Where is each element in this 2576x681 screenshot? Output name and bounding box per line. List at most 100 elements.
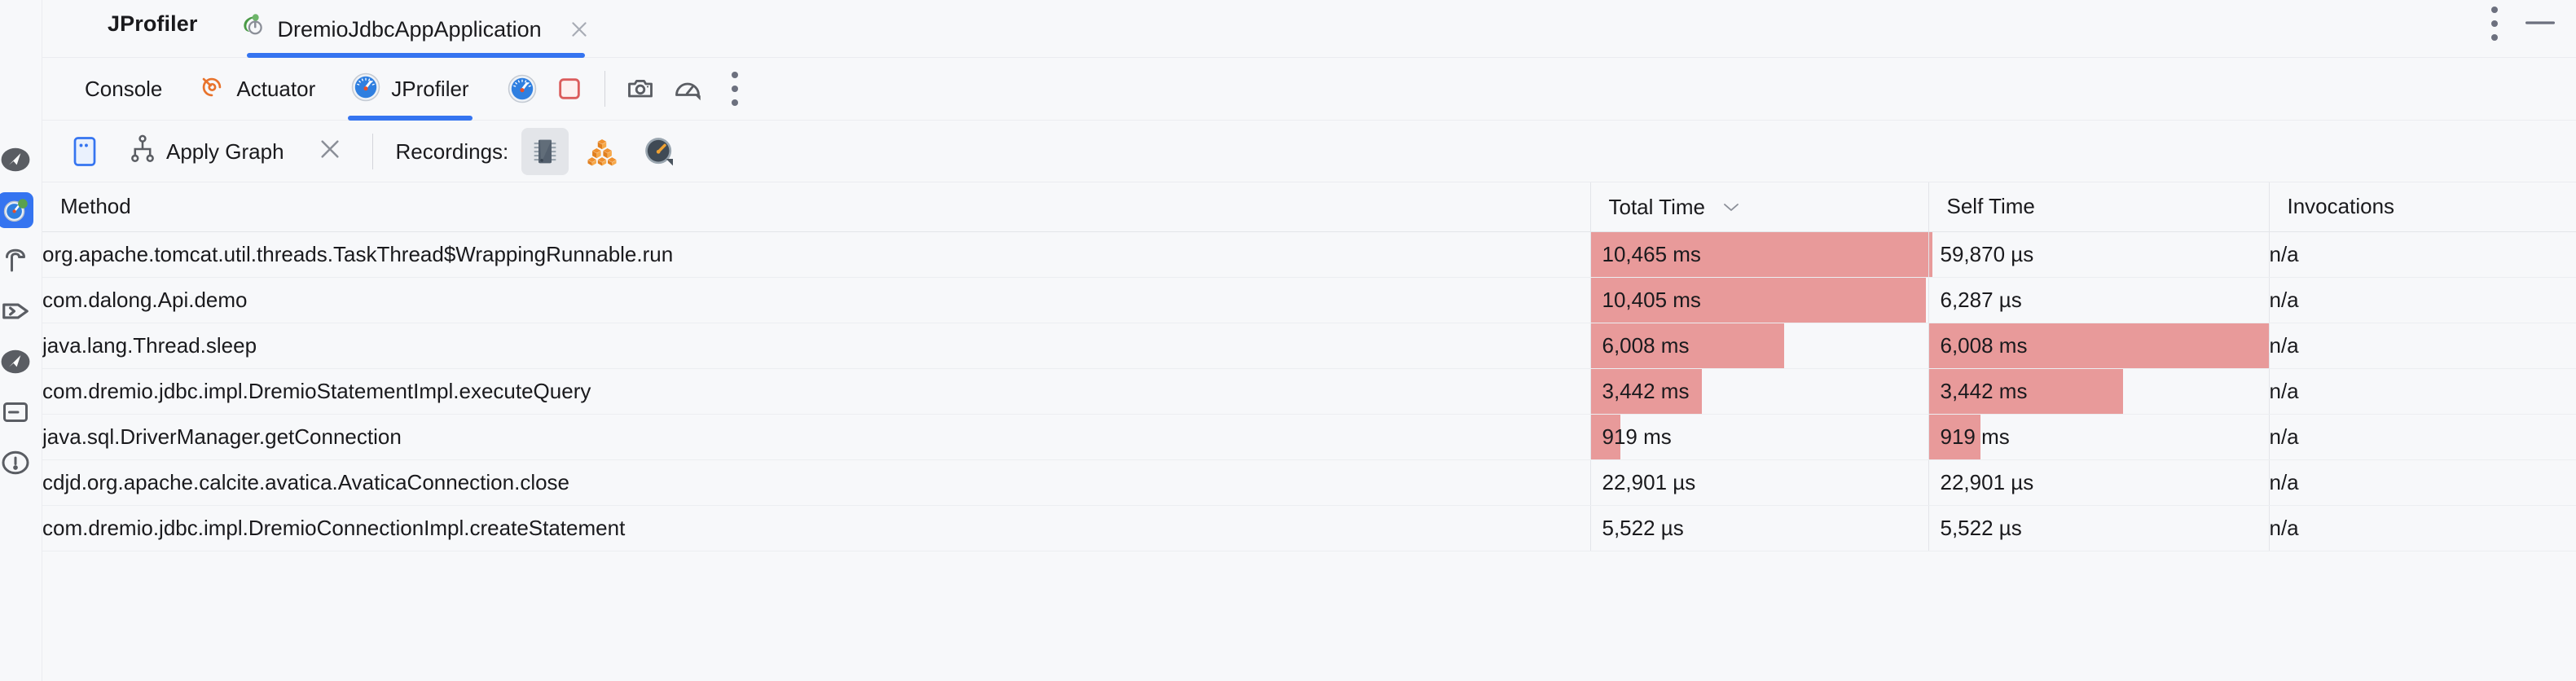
cell-invocations: n/a [2269, 277, 2576, 323]
localbar-separator [371, 133, 373, 169]
actuator-icon [198, 73, 226, 105]
apply-graph-label: Apply Graph [166, 138, 284, 164]
apply-graph-button[interactable]: Apply Graph [122, 128, 291, 175]
sidebar-item-problems[interactable] [0, 437, 42, 488]
column-header-invocations[interactable]: Invocations [2269, 182, 2576, 232]
jprofiler-run-icon [0, 192, 33, 228]
main-column: JProfiler DremioJdbcAppApplication Conso… [42, 0, 2576, 681]
column-header-method-label: Method [60, 194, 131, 219]
probe-recording-icon[interactable] [635, 128, 683, 175]
cell-self-time-value: 3,442 ms [1940, 378, 2028, 403]
clear-graph-button[interactable] [310, 128, 349, 175]
view-mode-icon[interactable] [64, 128, 106, 175]
stop-icon[interactable] [546, 65, 593, 112]
problems-icon [0, 445, 33, 481]
tab-console[interactable]: Console [67, 58, 180, 121]
table-row[interactable]: com.dalong.Api.demo 10,405 ms 6,287 µs n… [42, 277, 2576, 323]
table-row[interactable]: org.apache.tomcat.util.threads.TaskThrea… [42, 231, 2576, 278]
table-row[interactable]: java.sql.DriverManager.getConnection 919… [42, 414, 2576, 460]
more-options-icon[interactable] [711, 65, 758, 112]
cell-total-time: 22,901 µs [1590, 459, 1929, 506]
titlebar-actions [2491, 0, 2576, 47]
cell-invocations: n/a [2269, 323, 2576, 369]
recordings-label: Recordings: [395, 138, 509, 164]
cell-total-time: 3,442 ms [1590, 368, 1929, 415]
page-title: JProfiler [108, 11, 198, 36]
jprofiler-gauge-icon [351, 72, 380, 106]
sidebar-item-build[interactable] [0, 235, 42, 286]
cell-method: com.dalong.Api.demo [42, 277, 1591, 323]
jprofiler-window: JProfiler DremioJdbcAppApplication Conso… [0, 0, 2576, 681]
table-header-row: Method Total Time Self Time Invocations [42, 182, 2576, 232]
camera-snapshot-icon[interactable] [617, 65, 664, 112]
terminal-icon [0, 293, 33, 329]
cell-self-time-value: 22,901 µs [1940, 469, 2034, 494]
cell-self-time-value: 6,287 µs [1940, 287, 2022, 312]
column-header-method[interactable]: Method [42, 182, 1591, 232]
table-row[interactable]: cdjd.org.apache.calcite.avatica.AvaticaC… [42, 459, 2576, 506]
cell-self-time: 6,008 ms [1928, 323, 2270, 369]
spring-boot-run-icon [239, 13, 266, 45]
tool-window-tabstrip: Console Actuator JProfiler [42, 58, 2576, 121]
profiler-local-toolbar: Apply Graph Recordings: [42, 121, 2576, 182]
cell-self-time-value: 5,522 µs [1940, 515, 2022, 540]
services-icon [0, 394, 33, 430]
gauge-settings-icon[interactable] [664, 65, 711, 112]
cell-total-time-value: 5,522 µs [1602, 515, 1684, 540]
vertical-ellipsis-icon[interactable] [2491, 6, 2498, 42]
cpu-recording-icon[interactable] [521, 127, 569, 175]
tab-actuator[interactable]: Actuator [180, 58, 333, 121]
cell-self-time: 919 ms [1928, 414, 2270, 460]
sidebar-item-services[interactable] [0, 387, 42, 437]
cell-method: cdjd.org.apache.calcite.avatica.AvaticaC… [42, 459, 1591, 506]
allocation-recording-icon[interactable] [578, 128, 626, 175]
cell-total-time-value: 22,901 µs [1602, 469, 1696, 494]
attach-profiler-icon[interactable] [499, 65, 546, 112]
column-header-self-time[interactable]: Self Time [1928, 182, 2270, 232]
tab-console-label: Console [85, 77, 163, 101]
minimize-icon[interactable] [2525, 16, 2555, 31]
cell-self-time-value: 59,870 µs [1940, 241, 2034, 266]
tab-active-indicator [348, 115, 473, 121]
cell-method: org.apache.tomcat.util.threads.TaskThrea… [42, 231, 1591, 278]
cell-method: com.dremio.jdbc.impl.DremioStatementImpl… [42, 368, 1591, 415]
column-header-self-time-label: Self Time [1946, 194, 2035, 219]
hotspots-table: Method Total Time Self Time Invocations [42, 182, 2576, 551]
close-icon[interactable] [565, 15, 593, 43]
column-header-total-time-label: Total Time [1608, 195, 1706, 220]
table-row[interactable]: com.dremio.jdbc.impl.DremioConnectionImp… [42, 505, 2576, 551]
cell-method: com.dremio.jdbc.impl.DremioConnectionImp… [42, 505, 1591, 551]
rail-top-spacer [0, 0, 42, 134]
cell-self-time: 5,522 µs [1928, 505, 2270, 551]
sidebar-item-terminal[interactable] [0, 286, 42, 336]
cell-total-time: 10,405 ms [1590, 277, 1929, 323]
sidebar-item-navigator[interactable] [0, 336, 42, 387]
column-header-total-time[interactable]: Total Time [1590, 182, 1929, 232]
cell-method: java.sql.DriverManager.getConnection [42, 414, 1591, 460]
sidebar-item-jprofiler[interactable] [0, 185, 42, 235]
table-row[interactable]: java.lang.Thread.sleep 6,008 ms 6,008 ms… [42, 323, 2576, 369]
sidebar-item-project[interactable] [0, 134, 42, 185]
cell-total-time: 6,008 ms [1590, 323, 1929, 369]
navigator-icon [0, 142, 33, 178]
cell-invocations: n/a [2269, 231, 2576, 278]
cell-self-time: 59,870 µs [1928, 231, 2270, 278]
close-icon [317, 136, 343, 166]
cell-total-time: 919 ms [1590, 414, 1929, 460]
hotspots-table-container: Method Total Time Self Time Invocations [42, 182, 2576, 681]
navigator-icon [0, 344, 33, 380]
graph-icon [129, 134, 156, 169]
chevron-down-icon [1722, 193, 1740, 218]
cell-self-time: 3,442 ms [1928, 368, 2270, 415]
run-configuration-tab[interactable]: DremioJdbcAppApplication [235, 0, 596, 58]
toolbar-separator [604, 71, 605, 107]
cell-self-time-value: 6,008 ms [1940, 332, 2028, 358]
tab-actuator-label: Actuator [236, 77, 316, 101]
cell-self-time: 22,901 µs [1928, 459, 2270, 506]
run-tab-label: DremioJdbcAppApplication [277, 16, 542, 42]
hammer-icon [0, 243, 33, 279]
tab-jprofiler[interactable]: JProfiler [333, 58, 486, 121]
table-row[interactable]: com.dremio.jdbc.impl.DremioStatementImpl… [42, 368, 2576, 415]
activity-rail [0, 0, 42, 681]
window-titlebar: JProfiler DremioJdbcAppApplication [42, 0, 2576, 58]
